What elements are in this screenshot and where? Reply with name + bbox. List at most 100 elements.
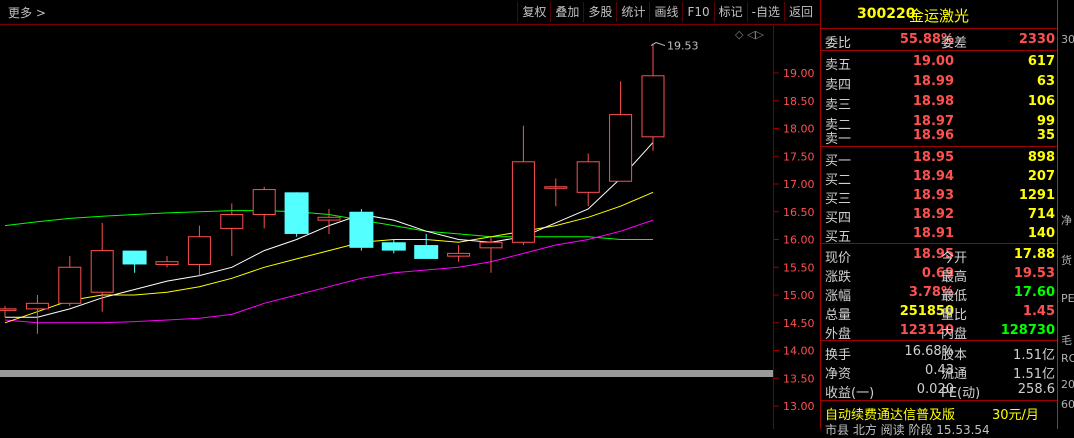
- draw-line-button[interactable]: 画线: [649, 2, 682, 22]
- stock-header: 300220 金运激光: [821, 0, 1058, 29]
- bid-volume: 898: [1027, 150, 1055, 165]
- ask-row[interactable]: 卖四 18.99 63: [821, 72, 1058, 93]
- price-tick-label: 15.00: [783, 289, 815, 302]
- ask-price: 18.99: [912, 74, 954, 89]
- bid-volume: 207: [1027, 169, 1055, 184]
- ask-label: 卖一: [825, 132, 852, 147]
- chart-toolbar: 更多 > 复权 叠加 多股 统计 画线 F10 标记 -自选 返回: [0, 0, 820, 25]
- fuquan-button[interactable]: 复权: [517, 2, 550, 22]
- pane-divider: [0, 370, 773, 377]
- ask-volume: 106: [1027, 94, 1055, 109]
- candle-body-down: [284, 192, 309, 234]
- candle-body-up: [447, 252, 471, 257]
- more-button[interactable]: 更多 >: [8, 4, 46, 21]
- price-tick-label: 17.50: [783, 150, 815, 163]
- price-tick-label: 18.50: [783, 95, 815, 108]
- ask-price: 18.98: [912, 94, 954, 109]
- price-tick-label: 17.00: [783, 178, 815, 191]
- candle-body-up: [576, 161, 600, 193]
- ask-row[interactable]: 卖一 18.96 35: [821, 126, 1058, 147]
- price-tick-label: 14.00: [783, 345, 815, 358]
- stat-row: 总量 251850 量比 1.45: [821, 302, 1058, 323]
- high-marker-label: 19.53: [667, 40, 699, 53]
- fin-label: 收益(一): [825, 386, 875, 401]
- candle-body-up: [511, 161, 535, 243]
- kline-chart[interactable]: 19.53: [0, 0, 773, 429]
- candle-body-up: [479, 241, 503, 249]
- subscription-promo[interactable]: 自动续费通达信普及版 30元/月: [821, 402, 1058, 423]
- separator: [821, 243, 1058, 244]
- price-tick-label: 14.50: [783, 317, 815, 330]
- price-tick-label: 13.50: [783, 372, 815, 385]
- remove-watchlist-button[interactable]: -自选: [746, 2, 784, 22]
- ask-label: 卖三: [825, 98, 852, 113]
- multi-stock-button[interactable]: 多股: [583, 2, 616, 22]
- ask-volume: 35: [1036, 128, 1055, 143]
- bid-price: 18.95: [912, 150, 954, 165]
- back-button[interactable]: 返回: [783, 2, 817, 22]
- stat-value: 17.88: [1013, 247, 1055, 262]
- stat-row: 涨幅 3.78% 最低 17.60: [821, 283, 1058, 304]
- ask-label: 卖四: [825, 78, 852, 93]
- edge-label: PE: [1061, 292, 1074, 305]
- price-tick-label: 15.50: [783, 261, 815, 274]
- bid-row[interactable]: 买三 18.93 1291: [821, 186, 1058, 207]
- price-axis-ticks: 19.00 18.50 18.00 17.50 17.00 16.50 16.00 15.50…: [774, 67, 815, 413]
- bid-volume: 714: [1027, 207, 1055, 222]
- stat-value: 128730: [1000, 323, 1055, 338]
- price-tick-label: 18.00: [783, 123, 815, 136]
- price-tick-label: 16.50: [783, 206, 815, 219]
- bid-price: 18.93: [912, 188, 954, 203]
- price-axis: 19.00 18.50 18.00 17.50 17.00 16.50 16.00 15.50…: [773, 25, 821, 429]
- quote-panel: 300220 金运激光 委比 55.88% 委差 2330 卖五 19.00 6…: [820, 0, 1058, 437]
- candle-body-up: [58, 266, 82, 304]
- ask-row[interactable]: 卖三 18.98 106: [821, 92, 1058, 113]
- bid-row[interactable]: 买二 18.94 207: [821, 167, 1058, 188]
- candle-body-up: [252, 189, 276, 216]
- f10-button[interactable]: F10: [682, 2, 713, 22]
- candle-body-up: [155, 261, 179, 265]
- statistics-button[interactable]: 统计: [616, 2, 649, 22]
- ask-volume: 617: [1027, 54, 1055, 69]
- stat-value: 1.45: [1022, 304, 1055, 319]
- stat-value: 19.53: [1013, 266, 1055, 281]
- toolbar-buttons: 复权 叠加 多股 统计 画线 F10 标记 -自选 返回: [517, 2, 817, 22]
- weicha-value: 2330: [1018, 32, 1055, 47]
- stock-name[interactable]: 金运激光: [909, 5, 969, 26]
- bid-row[interactable]: 买五 18.91 140: [821, 224, 1058, 245]
- fin-row: 净资 0.43 流通 1.51亿: [821, 361, 1058, 382]
- separator: [821, 50, 1058, 51]
- right-edge-panel: 30 净 货 PE 毛 RO 20 60: [1057, 0, 1074, 429]
- chart-control-icons[interactable]: ◇ ◁▷: [735, 28, 764, 41]
- edge-label: 30: [1061, 33, 1074, 46]
- candlestick-plot[interactable]: 19.53: [0, 0, 773, 429]
- candle-body-down: [414, 245, 439, 259]
- edge-label: 20: [1061, 378, 1074, 391]
- candle-body-up: [0, 308, 17, 311]
- candle-body-up: [25, 302, 49, 310]
- candle-body-up: [90, 250, 114, 293]
- candle-body-up: [609, 114, 633, 182]
- bid-price: 18.91: [912, 226, 954, 241]
- ask-label: 卖五: [825, 58, 852, 73]
- stat-row: 外盘 123120 内盘 128730: [821, 321, 1058, 342]
- candle-body-up: [187, 236, 211, 265]
- mark-button[interactable]: 标记: [713, 2, 747, 22]
- edge-label: 货: [1061, 254, 1072, 267]
- promo-price[interactable]: 30元/月: [992, 404, 1039, 423]
- weicha-label: 委差: [941, 36, 968, 51]
- ask-row[interactable]: 卖五 19.00 617: [821, 52, 1058, 73]
- overlay-button[interactable]: 叠加: [550, 2, 583, 22]
- bid-price: 18.94: [912, 169, 954, 184]
- bid-volume: 140: [1027, 226, 1055, 241]
- weibi-label: 委比: [825, 36, 852, 51]
- bid-price: 18.92: [912, 207, 954, 222]
- fin-row: 收益(一) 0.020 PE(动) 258.6: [821, 380, 1058, 401]
- bid-row[interactable]: 买一 18.95 898: [821, 148, 1058, 169]
- stat-row: 涨跌 0.69 最高 19.53: [821, 264, 1058, 285]
- candle-body-up: [641, 75, 665, 138]
- stat-row: 现价 18.95 今开 17.88: [821, 245, 1058, 266]
- edge-label: 60: [1061, 398, 1074, 411]
- separator: [821, 146, 1058, 147]
- bid-row[interactable]: 买四 18.92 714: [821, 205, 1058, 226]
